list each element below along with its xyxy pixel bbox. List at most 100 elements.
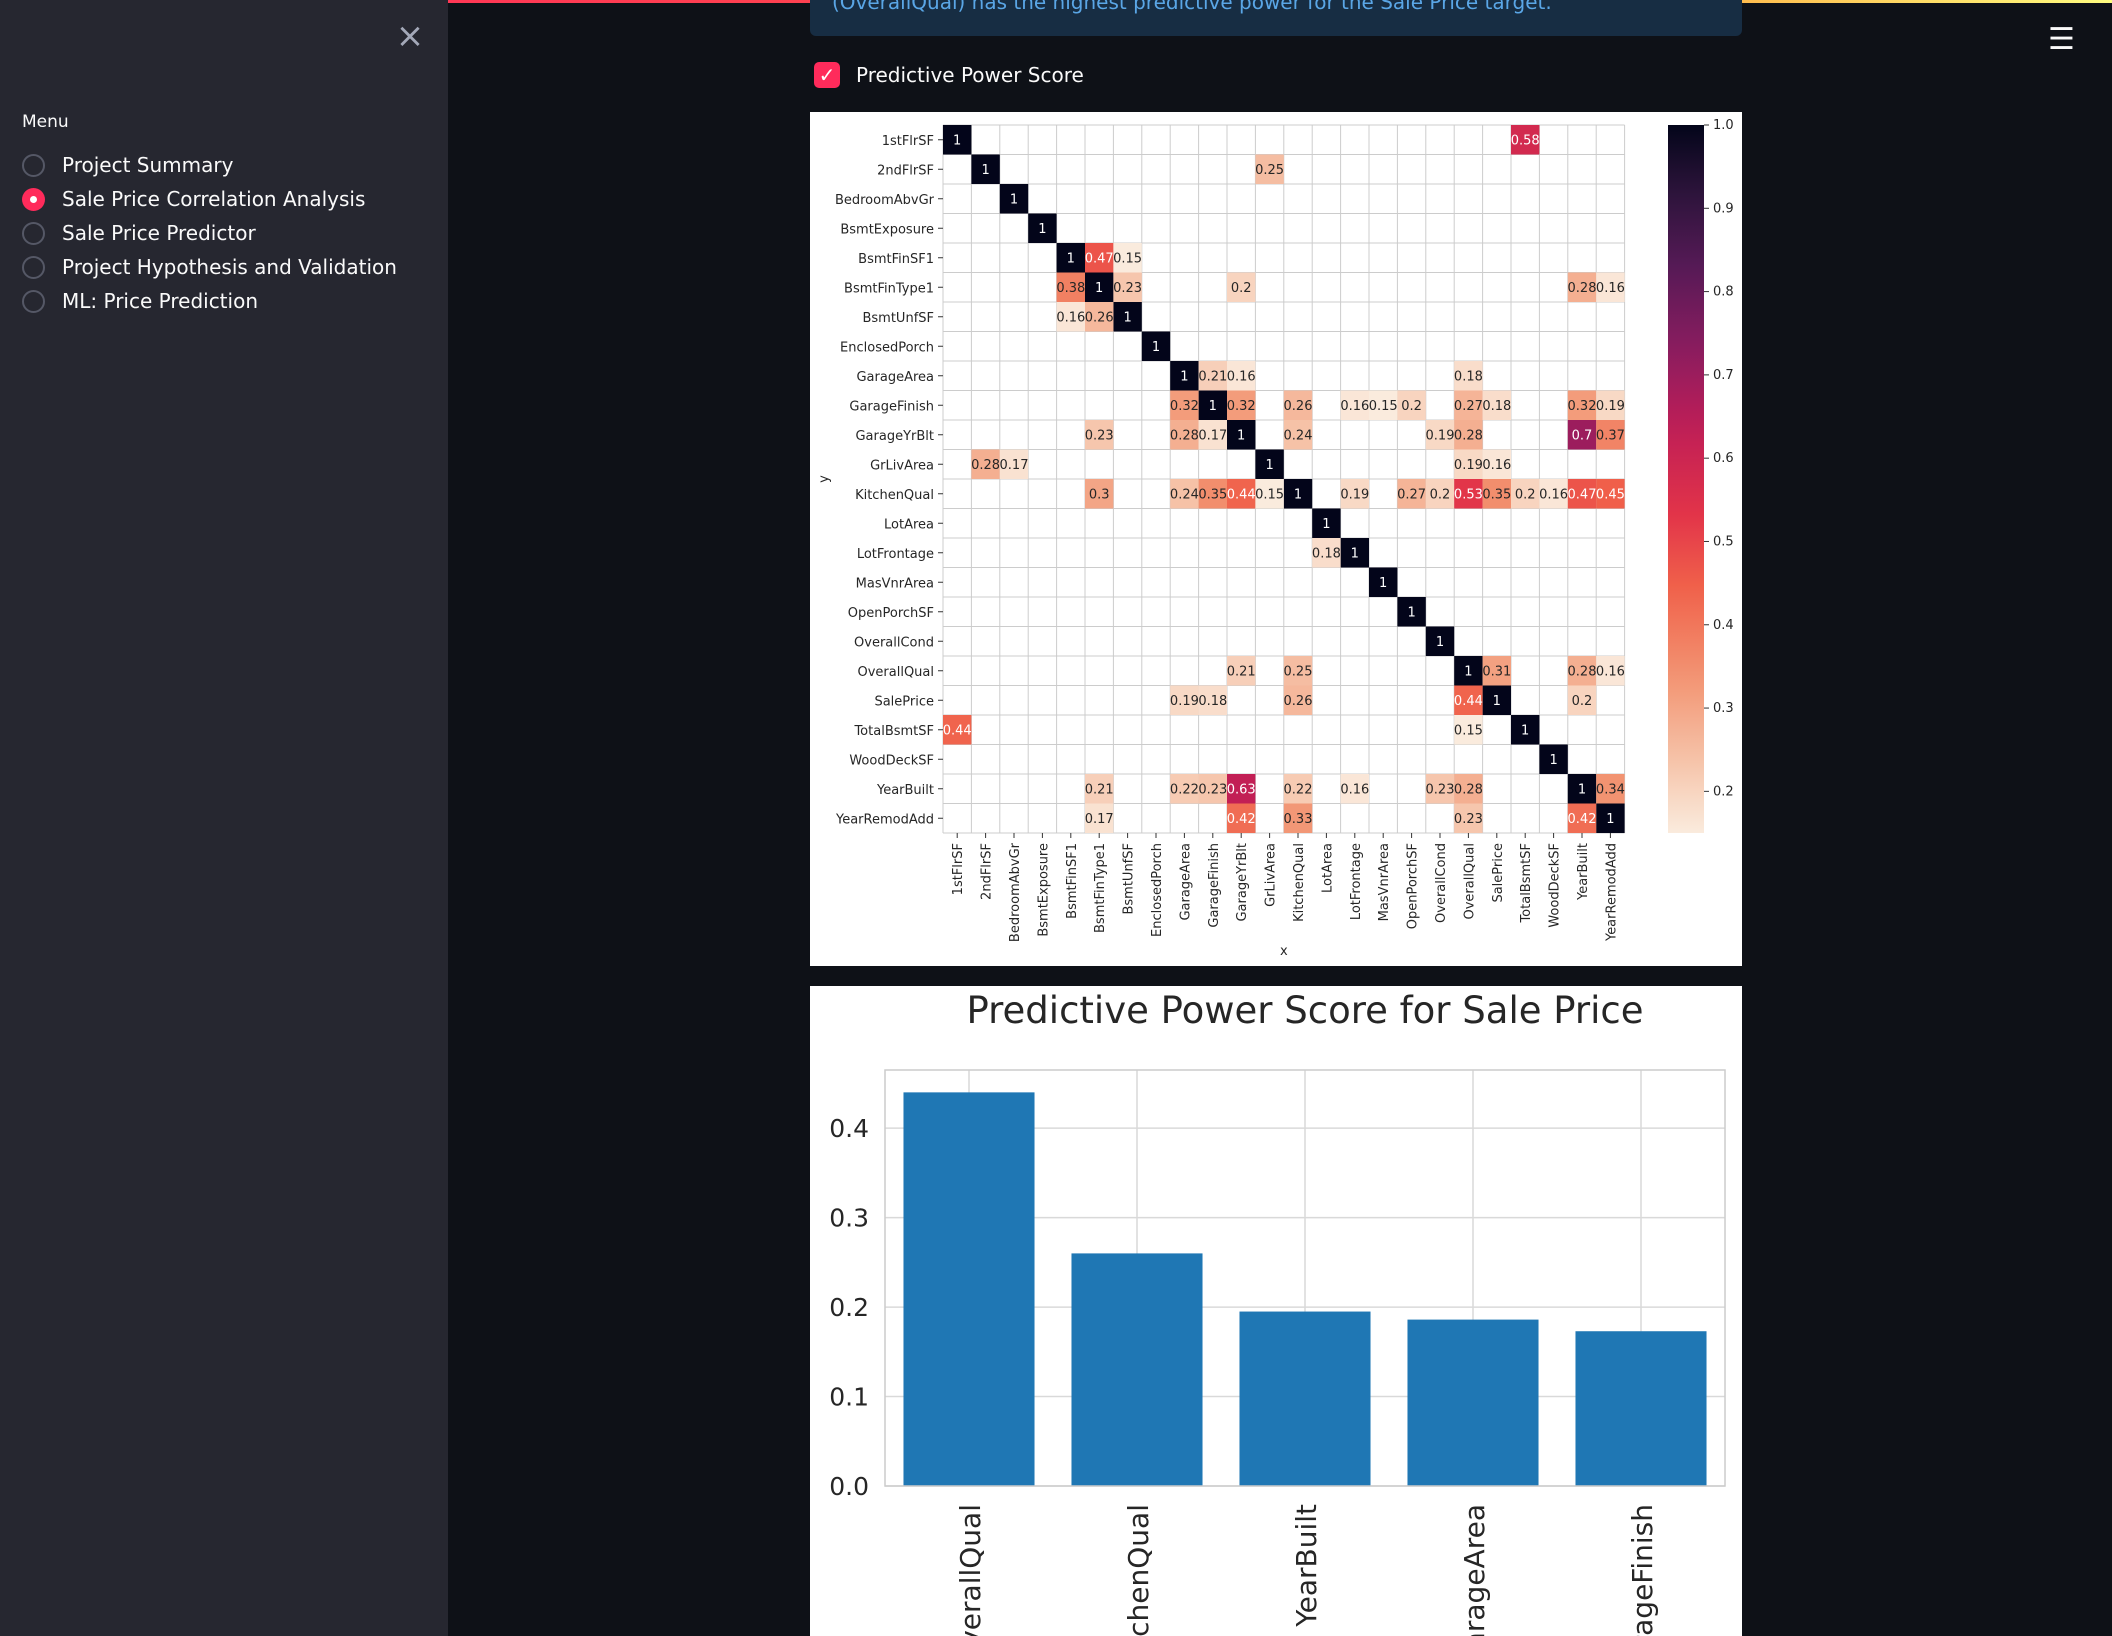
heatmap-cell-label: 1 [1351,546,1359,561]
heatmap-cell-label: 0.26 [1085,310,1114,325]
heatmap-cell-label: 0.15 [1255,487,1284,502]
heatmap-x-tick-label: BsmtExposure [1036,843,1051,937]
heatmap-cell-label: 0.16 [1056,310,1085,325]
heatmap-cell-label: 0.23 [1085,428,1114,443]
heatmap-x-axis-label: x [1280,944,1288,959]
menu-radio-label: Project Hypothesis and Validation [62,255,397,279]
heatmap-cell-label: 0.35 [1198,487,1227,502]
heatmap-cell-label: 0.22 [1170,782,1199,797]
heatmap-cell-label: 1 [1379,576,1387,591]
heatmap-x-tick-label: GarageArea [1178,843,1193,921]
heatmap-cell-label: 0.16 [1539,487,1568,502]
heatmap-cell-label: 1 [1407,605,1415,620]
heatmap-cell-label: 0.19 [1596,399,1625,414]
heatmap-y-tick-label: BsmtFinSF1 [858,252,934,267]
heatmap-cell-label: 0.16 [1596,664,1625,679]
menu-radio-item[interactable]: Project Hypothesis and Validation [22,250,397,284]
close-sidebar-button[interactable]: × [394,19,426,53]
heatmap-cell-label: 0.18 [1454,369,1483,384]
heatmap-x-tick-label: LotFrontage [1349,843,1364,920]
heatmap-cell-label: 1 [1436,635,1444,650]
menu-title: Menu [22,112,69,132]
colorbar-tick-label: 0.9 [1713,201,1734,216]
pps-checkbox-label: Predictive Power Score [856,63,1084,87]
bar-chart-x-tick-label: YearBuilt [1290,1504,1323,1628]
heatmap-cell-label: 0.44 [1227,487,1256,502]
heatmap-cell-label: 0.3 [1089,487,1110,502]
heatmap-cell-label: 0.32 [1227,399,1256,414]
heatmap-cell-label: 0.31 [1482,664,1511,679]
heatmap-cell-label: 1 [1123,310,1131,325]
colorbar-tick-label: 0.5 [1713,534,1734,549]
heatmap-cell-label: 0.16 [1340,399,1369,414]
main-menu-button[interactable]: ☰ [2048,22,2075,57]
heatmap-cell-label: 0.19 [1426,428,1455,443]
colorbar-tick-label: 0.7 [1713,368,1734,383]
heatmap-x-tick-label: MasVnrArea [1377,843,1392,921]
heatmap-cell-label: 0.53 [1454,487,1483,502]
heatmap-y-tick-label: 1stFlrSF [882,134,934,149]
heatmap-x-tick-label: GarageYrBlt [1235,843,1250,922]
heatmap-cell-label: 0.27 [1397,487,1426,502]
heatmap-x-tick-label: LotArea [1320,843,1335,893]
heatmap-cell-label: 0.28 [1568,664,1597,679]
heatmap-cell-label: 0.35 [1482,487,1511,502]
bar-chart-y-tick-label: 0.2 [829,1293,869,1322]
bar [1071,1253,1203,1486]
heatmap-cell-label: 0.58 [1511,133,1540,148]
heatmap-x-tick-label: TotalBsmtSF [1519,843,1534,924]
pps-checkbox[interactable]: ✓ Predictive Power Score [814,62,1084,88]
menu-radio-label: Sale Price Predictor [62,221,256,245]
heatmap-cell-label: 1 [1578,782,1586,797]
heatmap-cell-label: 0.63 [1227,782,1256,797]
colorbar-tick-label: 0.6 [1713,451,1734,466]
heatmap-x-tick-label: YearBuilt [1576,843,1591,901]
heatmap-x-tick-label: OverallCond [1434,843,1449,923]
menu-radio-item[interactable]: Sale Price Correlation Analysis [22,182,397,216]
heatmap-cell-label: 0.17 [1000,458,1029,473]
heatmap-x-tick-label: KitchenQual [1292,843,1307,922]
heatmap-cell-label: 0.16 [1227,369,1256,384]
heatmap-cell-label: 0.28 [1170,428,1199,443]
heatmap-y-tick-label: 2ndFlrSF [877,163,934,178]
bar [1239,1311,1371,1486]
menu-radio-item[interactable]: Sale Price Predictor [22,216,397,250]
info-alert-text: (OverallQual) has the highest predictive… [832,0,1552,14]
radio-unselected-icon [22,289,45,313]
heatmap-cell-label: 1 [1237,428,1245,443]
heatmap-x-tick-label: BsmtFinType1 [1093,843,1108,933]
heatmap-cell-label: 0.17 [1198,428,1227,443]
heatmap-cell-label: 0.16 [1482,458,1511,473]
bar [1407,1319,1539,1486]
heatmap-cell-label: 1 [1464,664,1472,679]
heatmap-cell-label: 1 [981,163,989,178]
colorbar-tick-label: 0.3 [1713,701,1734,716]
heatmap-x-tick-label: 1stFlrSF [951,843,966,895]
pps-bar-chart: Predictive Power Score for Sale Price 0.0… [829,989,1726,1636]
menu-radio-item[interactable]: Project Summary [22,148,397,182]
bar-chart-title: Predictive Power Score for Sale Price [966,989,1643,1032]
heatmap-x-tick-label: EnclosedPorch [1150,843,1165,937]
heatmap-cell-label: 0.18 [1198,694,1227,709]
heatmap-cell-label: 0.23 [1198,782,1227,797]
heatmap-cell-label: 0.2 [1515,487,1536,502]
heatmap-x-tick-label: OpenPorchSF [1406,843,1421,929]
hamburger-menu-icon: ☰ [2048,22,2075,57]
radio-selected-icon [22,187,45,211]
heatmap-cell-label: 0.47 [1085,251,1114,266]
heatmap-cell-label: 0.25 [1255,163,1284,178]
menu-radio-item[interactable]: ML: Price Prediction [22,284,397,318]
heatmap-cell-label: 0.15 [1113,251,1142,266]
bar [1575,1331,1707,1486]
heatmap-y-tick-label: WoodDeckSF [849,753,934,768]
heatmap-cell-label: 1 [1549,753,1557,768]
heatmap-cell-label: 0.28 [1454,782,1483,797]
info-alert: (OverallQual) has the highest predictive… [810,0,1742,36]
bar-chart-x-tick-label: OverallQual [954,1504,987,1636]
bar-chart-x-tick-label: KitchenQual [1122,1504,1155,1636]
heatmap-cell-label: 0.21 [1227,664,1256,679]
pps-heatmap: 1111111111111111111111110.580.250.47 0.15… [817,118,1734,959]
heatmap-cell-label: 0.34 [1596,782,1625,797]
heatmap-cell-label: 0.19 [1170,694,1199,709]
colorbar-tick-label: 0.2 [1713,784,1734,799]
